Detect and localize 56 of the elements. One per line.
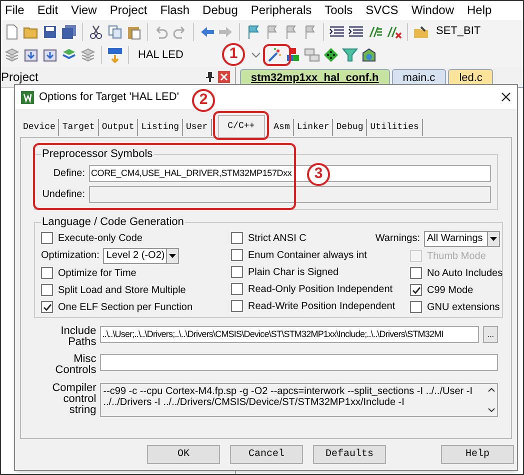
checkbox-label: Split Load and Store Multiple xyxy=(58,284,186,298)
target-select[interactable]: HAL LED xyxy=(138,46,184,64)
dialog-button[interactable]: OK xyxy=(147,445,220,464)
menu-item[interactable]: View xyxy=(71,1,97,19)
checkbox-label: Read-Write Position Independent xyxy=(248,300,396,314)
checkbox-label: Strict ANSI C xyxy=(248,232,306,246)
dialog-button[interactable]: Help xyxy=(441,445,514,464)
tab[interactable]: Target xyxy=(59,119,99,136)
checkbox-label: One ELF Section per Function xyxy=(58,300,193,314)
group-title: Language / Code Generation xyxy=(41,215,185,230)
checkbox-label: Thumb Mode xyxy=(427,250,486,264)
menu-item[interactable]: Tools xyxy=(324,1,353,19)
menu-item[interactable]: SVCS xyxy=(366,1,398,19)
tab[interactable]: Debug xyxy=(333,119,368,136)
menu-item[interactable]: Project xyxy=(110,1,148,19)
checkbox-label: Plain Char is Signed xyxy=(248,266,339,280)
field-label: Define: xyxy=(52,166,85,180)
menu-item[interactable]: Window xyxy=(411,1,454,19)
field-label: Warnings: xyxy=(375,232,420,246)
field-label: Optimization: xyxy=(41,249,100,263)
field-label: Undefine: xyxy=(41,188,85,202)
field-label: Compiler control string xyxy=(51,383,96,417)
field-label: Include Paths xyxy=(60,326,96,348)
tab[interactable]: Utilities xyxy=(367,119,423,136)
tab[interactable]: Asm xyxy=(270,119,294,136)
include-paths-field[interactable]: ..\..\User;..\..\Drivers;..\..\Drivers\CMSIS\Device\ST\STM32MP1xx\Include;..\..\Drivers\STM32MI xyxy=(100,326,480,343)
compiler-string-text: --c99 -c --cpu Cortex-M4.fp.sp -g -O2 --apcs=interwork --split_sections -I ../../User -I ../../Drivers -I ../../Drivers/CMSIS/Device/ST/STM32MP1xx/Include -I xyxy=(102,385,474,410)
tab[interactable]: Device xyxy=(20,119,60,136)
checkbox-label: C99 Mode xyxy=(427,284,474,298)
dialog-button[interactable]: Cancel xyxy=(230,445,303,464)
menu-item[interactable]: Debug xyxy=(202,1,238,19)
tab[interactable]: Listing xyxy=(138,119,184,136)
field-label: Misc Controls xyxy=(54,354,96,376)
tab[interactable]: Output xyxy=(98,119,138,136)
panel-title: Project xyxy=(1,69,38,86)
dialog-title: Options for Target 'HAL LED' xyxy=(39,90,179,105)
menu-item[interactable]: File xyxy=(5,1,24,19)
checkbox-label: GNU extensions xyxy=(427,300,500,314)
menu-item[interactable]: Flash xyxy=(160,1,190,19)
checkbox-label: Enum Container always int xyxy=(248,248,367,262)
dropdown[interactable]: Level 2 (-O2) xyxy=(103,248,180,264)
browse-button[interactable]: ... xyxy=(483,326,498,343)
menu-item[interactable]: Edit xyxy=(37,1,58,19)
dialog-button[interactable]: Defaults xyxy=(313,445,386,464)
macro-label[interactable]: SET_BIT xyxy=(436,23,481,40)
menu-item[interactable]: Peripherals xyxy=(250,1,312,19)
checkbox-label: No Auto Includes xyxy=(427,266,503,280)
group-title: Preprocessor Symbols xyxy=(41,147,154,162)
menu-item[interactable]: Help xyxy=(467,1,492,19)
checkbox-label: Optimize for Time xyxy=(58,266,136,280)
dropdown[interactable]: All Warnings xyxy=(424,230,500,246)
checkbox-label: Read-Only Position Independent xyxy=(248,282,393,296)
tab[interactable]: Linker xyxy=(294,119,334,136)
tab[interactable]: C/C++ xyxy=(218,115,265,137)
checkbox-label: Execute-only Code xyxy=(58,232,142,246)
tab[interactable]: User xyxy=(183,119,212,136)
